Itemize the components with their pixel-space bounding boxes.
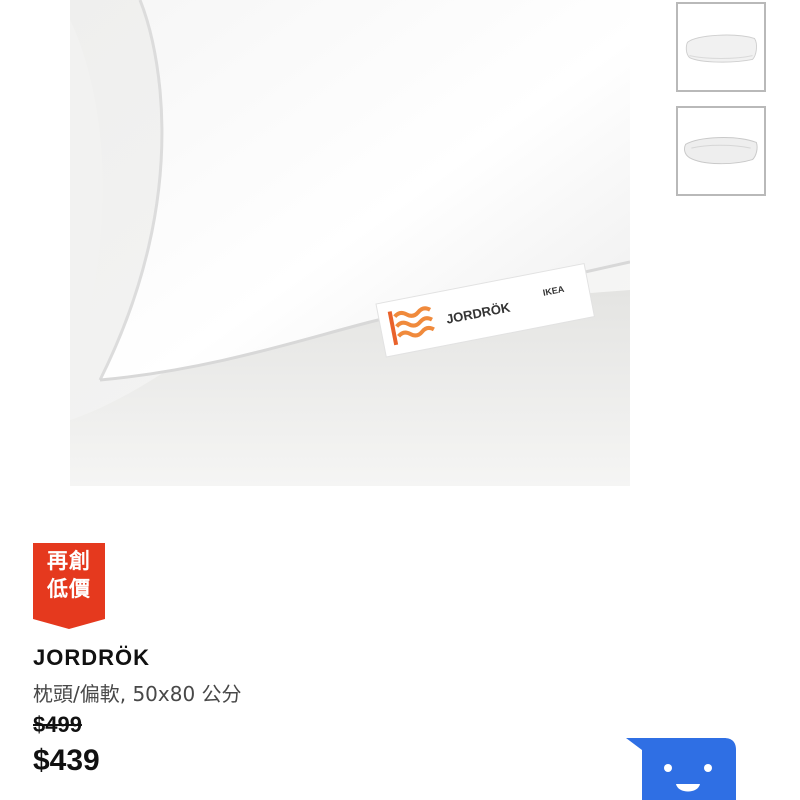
chat-bot-button[interactable]	[626, 736, 738, 800]
product-name[interactable]: JORDRÖK	[33, 645, 150, 671]
old-price: $499	[33, 712, 82, 737]
thumbnail-2[interactable]	[676, 106, 766, 196]
badge-line-1: 再創	[47, 549, 91, 573]
current-price: $439	[33, 744, 100, 777]
chat-bot-icon	[626, 738, 736, 800]
product-description: 枕頭/偏軟, 50x80 公分	[33, 682, 242, 706]
thumbnail-1[interactable]	[676, 2, 766, 92]
product-page: JORDRÖK IKEA 再創 低價 JORDRÖK 枕頭/偏軟, 50x80 …	[0, 0, 800, 800]
new-low-price-badge: 再創 低價	[33, 543, 105, 629]
main-product-image[interactable]: JORDRÖK IKEA	[70, 0, 630, 486]
badge-line-2: 低價	[47, 577, 91, 601]
